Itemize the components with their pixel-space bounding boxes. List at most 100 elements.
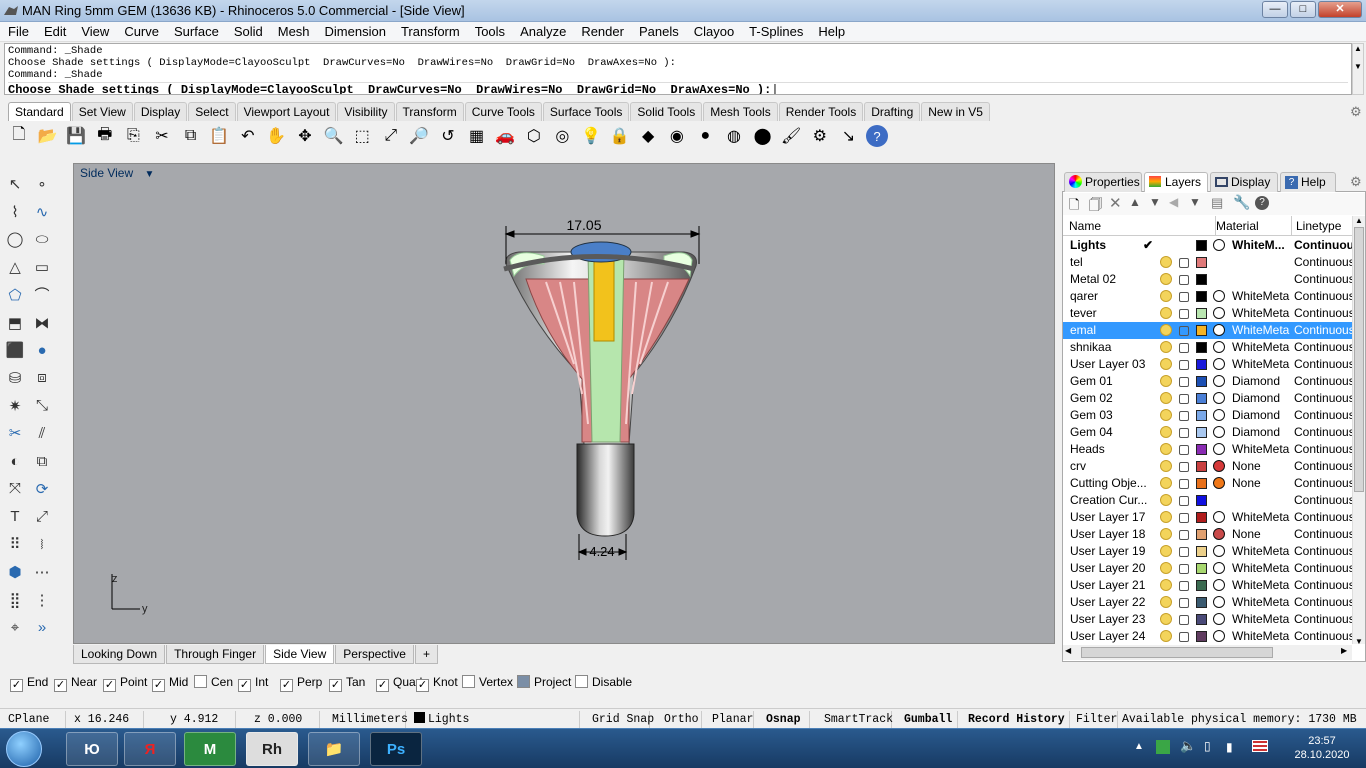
layer-row[interactable]: tel Continuous	[1063, 254, 1352, 271]
options-icon[interactable]: ⚙	[809, 125, 831, 147]
layer-color-swatch[interactable]	[1196, 563, 1207, 574]
light-bulb-icon[interactable]	[1160, 562, 1172, 574]
layer-list-scrollbar[interactable]: ▲ ▼	[1352, 216, 1365, 646]
light-bulb-icon[interactable]	[1160, 307, 1172, 319]
layer-color-swatch[interactable]	[1196, 597, 1207, 608]
unlock-icon[interactable]	[1179, 598, 1189, 608]
layer-icon[interactable]: ◆	[637, 125, 659, 147]
layer-material[interactable]: WhiteMetal	[1232, 543, 1290, 560]
gear-icon[interactable]: ⚙	[1350, 104, 1362, 120]
layer-row[interactable]: tever WhiteMetal Continuous	[1063, 305, 1352, 322]
layer-material[interactable]: Diamond	[1232, 390, 1290, 407]
zoom-extents-icon[interactable]: ⤢	[380, 125, 402, 147]
light-bulb-icon[interactable]	[1160, 443, 1172, 455]
unlock-icon[interactable]	[1179, 394, 1189, 404]
menu-item-mesh[interactable]: Mesh	[270, 22, 317, 41]
osnap-project[interactable]: Project	[517, 675, 571, 689]
material-icon[interactable]	[1213, 358, 1225, 370]
viewport-title[interactable]: Side View ▼	[80, 166, 154, 180]
layer-row[interactable]: User Layer 24 WhiteMetal Continuous	[1063, 628, 1352, 645]
tab-drafting[interactable]: Drafting	[864, 102, 921, 121]
material-icon[interactable]	[1213, 426, 1225, 438]
status-smarttrack[interactable]: SmartTrack	[820, 711, 893, 728]
layer-linetype[interactable]: Continuous	[1294, 577, 1352, 594]
menu-item-edit[interactable]: Edit	[36, 22, 73, 41]
osnap-point[interactable]: ✓ Point	[103, 675, 147, 692]
tab-curve-tools[interactable]: Curve Tools	[464, 102, 542, 121]
layer-row[interactable]: User Layer 20 WhiteMetal Continuous	[1063, 560, 1352, 577]
layer-help-icon[interactable]: ?	[1255, 196, 1269, 210]
close-button[interactable]: ✕	[1318, 1, 1362, 18]
layer-color-swatch[interactable]	[1196, 308, 1207, 319]
layer-linetype[interactable]: Continuous	[1294, 492, 1352, 509]
light-bulb-icon[interactable]	[1160, 477, 1172, 489]
layer-name[interactable]: User Layer 21	[1070, 577, 1160, 594]
menu-item-help[interactable]: Help	[810, 22, 852, 41]
layer-color-swatch[interactable]	[1196, 240, 1207, 251]
unlock-icon[interactable]	[1179, 258, 1189, 268]
osnap-near[interactable]: ✓ Near	[54, 675, 97, 692]
checkbox[interactable]: ✓	[54, 679, 67, 692]
explode-icon[interactable]: ⤡	[30, 394, 54, 418]
layer-linetype[interactable]: Continuous	[1294, 611, 1352, 628]
layer-name[interactable]: tel	[1070, 254, 1160, 271]
paint-icon[interactable]: 🖌	[780, 125, 802, 147]
layer-name[interactable]: Heads	[1070, 441, 1160, 458]
layer-material[interactable]: WhiteMetal	[1232, 611, 1290, 628]
layer-name[interactable]: User Layer 24	[1070, 628, 1160, 645]
layer-color-swatch[interactable]	[1196, 427, 1207, 438]
mirror-icon[interactable]: ⧘	[30, 532, 54, 556]
undo-icon[interactable]: ↶	[237, 125, 259, 147]
light-bulb-icon[interactable]	[1160, 426, 1172, 438]
hscroll-thumb[interactable]	[1081, 647, 1273, 658]
layer-linetype[interactable]: Continuous	[1294, 237, 1352, 254]
viewport-tab-perspective[interactable]: Perspective	[335, 645, 414, 664]
material-icon[interactable]	[1213, 290, 1225, 302]
curve-icon[interactable]: ∿	[30, 200, 54, 224]
light-bulb-icon[interactable]	[1160, 375, 1172, 387]
menu-item-clayoo[interactable]: Clayoo	[686, 22, 741, 41]
checkbox[interactable]: ✓	[238, 679, 251, 692]
layer-color-swatch[interactable]	[1196, 444, 1207, 455]
osnap-cen[interactable]: Cen	[194, 675, 233, 689]
light-bulb-icon[interactable]	[1160, 256, 1172, 268]
checkbox[interactable]: ✓	[103, 679, 116, 692]
layer-linetype[interactable]: Continuous	[1294, 424, 1352, 441]
status-gumball[interactable]: Gumball	[900, 711, 958, 728]
wire-sphere-icon[interactable]: ◍	[723, 125, 745, 147]
language-flag-icon[interactable]	[1252, 740, 1268, 752]
material-icon[interactable]	[1213, 579, 1225, 591]
unlock-icon[interactable]	[1179, 343, 1189, 353]
layer-linetype[interactable]: Continuous	[1294, 288, 1352, 305]
tab-surface-tools[interactable]: Surface Tools	[542, 102, 630, 121]
layer-material[interactable]: None	[1232, 475, 1290, 492]
tab-display[interactable]: Display	[133, 102, 188, 121]
layer-row[interactable]: qarer WhiteMetal Continuous	[1063, 288, 1352, 305]
layer-row[interactable]: Heads WhiteMetal Continuous	[1063, 441, 1352, 458]
status-cplane[interactable]: CPlane	[4, 711, 66, 728]
menu-item-transform[interactable]: Transform	[393, 22, 467, 41]
checkbox[interactable]	[575, 675, 588, 688]
move-out-icon[interactable]: ◀	[1169, 195, 1178, 209]
wrench-icon[interactable]: 🔧	[1233, 194, 1250, 211]
layer-material[interactable]: WhiteM...	[1232, 237, 1290, 254]
osnap-end[interactable]: ✓ End	[10, 675, 48, 692]
layer-material[interactable]: WhiteMetal	[1232, 577, 1290, 594]
array-icon[interactable]: ⠿	[3, 532, 27, 556]
layer-color-swatch[interactable]	[1196, 631, 1207, 642]
layer-linetype[interactable]: Continuous	[1294, 526, 1352, 543]
rotate-icon[interactable]: ⟳	[30, 477, 54, 501]
ellipse-icon[interactable]: ⬭	[30, 227, 54, 251]
unlock-icon[interactable]	[1179, 530, 1189, 540]
viewport-tab-looking-down[interactable]: Looking Down	[73, 645, 166, 664]
unlock-icon[interactable]	[1179, 496, 1189, 506]
layer-material[interactable]: WhiteMetal	[1232, 594, 1290, 611]
material-icon[interactable]	[1213, 443, 1225, 455]
layer-row[interactable]: Gem 02 Diamond Continuous	[1063, 390, 1352, 407]
light-bulb-icon[interactable]	[1160, 460, 1172, 472]
split-icon[interactable]: ⫽	[30, 421, 54, 445]
zoom-previous-icon[interactable]: ↺	[437, 125, 459, 147]
volume-icon[interactable]: 🔈	[1180, 738, 1196, 754]
move-down-icon[interactable]: ▼	[1149, 195, 1161, 209]
zoom-window-icon[interactable]: ⬚	[351, 125, 373, 147]
